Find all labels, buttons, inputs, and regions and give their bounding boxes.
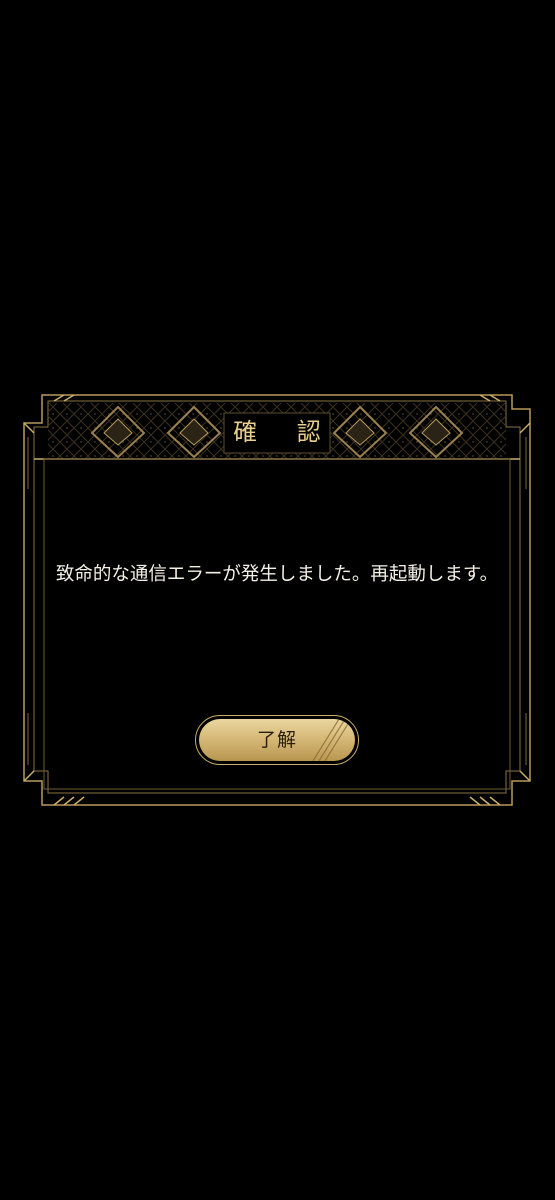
screen: 確 認 致命的な通信エラーが発生しました。再起動します。 了解 [0,0,555,1200]
ok-button[interactable]: 了解 [195,715,359,765]
error-message: 致命的な通信エラーが発生しました。再起動します。 [55,564,499,585]
dialog-title: 確 認 [233,418,337,446]
ok-button-label: 了解 [256,729,297,751]
ok-button-face: 了解 [199,719,355,761]
confirm-dialog: 確 認 致命的な通信エラーが発生しました。再起動します。 了解 [18,393,536,807]
